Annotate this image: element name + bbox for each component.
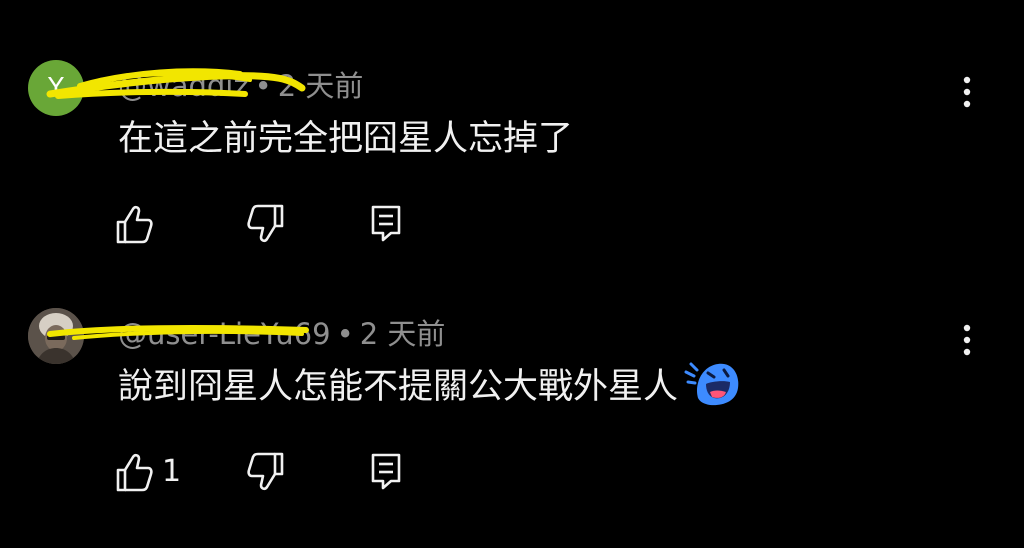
comment-text-content: 說到冏星人怎能不提關公大戰外星人	[118, 367, 679, 407]
more-vertical-icon	[963, 76, 971, 108]
more-options-button[interactable]	[950, 320, 984, 360]
comment-item: Y @waddiz • 2 天前 在這之前完全把囧星人忘掉了	[0, 50, 1024, 300]
comment-meta: @waddiz • 2 天前	[118, 66, 363, 106]
meta-separator: •	[336, 317, 354, 351]
reply-comment-icon	[371, 453, 401, 490]
username[interactable]: @waddiz	[118, 69, 249, 103]
like-count: 1	[162, 454, 182, 489]
laughing-emoji-icon	[684, 362, 739, 406]
thumbs-down-icon	[247, 204, 284, 243]
like-button[interactable]	[112, 448, 156, 496]
reply-button[interactable]	[364, 200, 408, 248]
more-vertical-icon	[963, 324, 971, 356]
reply-comment-icon	[371, 205, 401, 242]
avatar[interactable]	[28, 308, 84, 364]
avatar[interactable]: Y	[28, 60, 84, 116]
timestamp: 2 天前	[359, 317, 446, 351]
dislike-button[interactable]	[244, 200, 288, 248]
username[interactable]: @user-LieYu69	[118, 317, 331, 351]
comment-actions	[0, 200, 600, 248]
comment-item: @user-LieYu69 • 2 天前 說到冏星人怎能不提關公大戰外星人 1	[0, 298, 1024, 548]
comment-text: 說到冏星人怎能不提關公大戰外星人	[118, 358, 742, 416]
thumbs-up-icon	[116, 453, 153, 492]
comment-actions: 1	[0, 448, 600, 496]
dislike-button[interactable]	[244, 448, 288, 496]
like-button[interactable]	[112, 200, 156, 248]
timestamp: 2 天前	[277, 69, 364, 103]
comment-text: 在這之前完全把囧星人忘掉了	[118, 119, 574, 159]
thumbs-up-icon	[116, 205, 153, 244]
meta-separator: •	[254, 69, 272, 103]
reply-button[interactable]	[364, 448, 408, 496]
more-options-button[interactable]	[950, 72, 984, 112]
avatar-initial: Y	[48, 73, 64, 103]
user-photo-avatar	[28, 308, 84, 364]
thumbs-down-icon	[247, 452, 284, 491]
comment-meta: @user-LieYu69 • 2 天前	[118, 314, 445, 354]
